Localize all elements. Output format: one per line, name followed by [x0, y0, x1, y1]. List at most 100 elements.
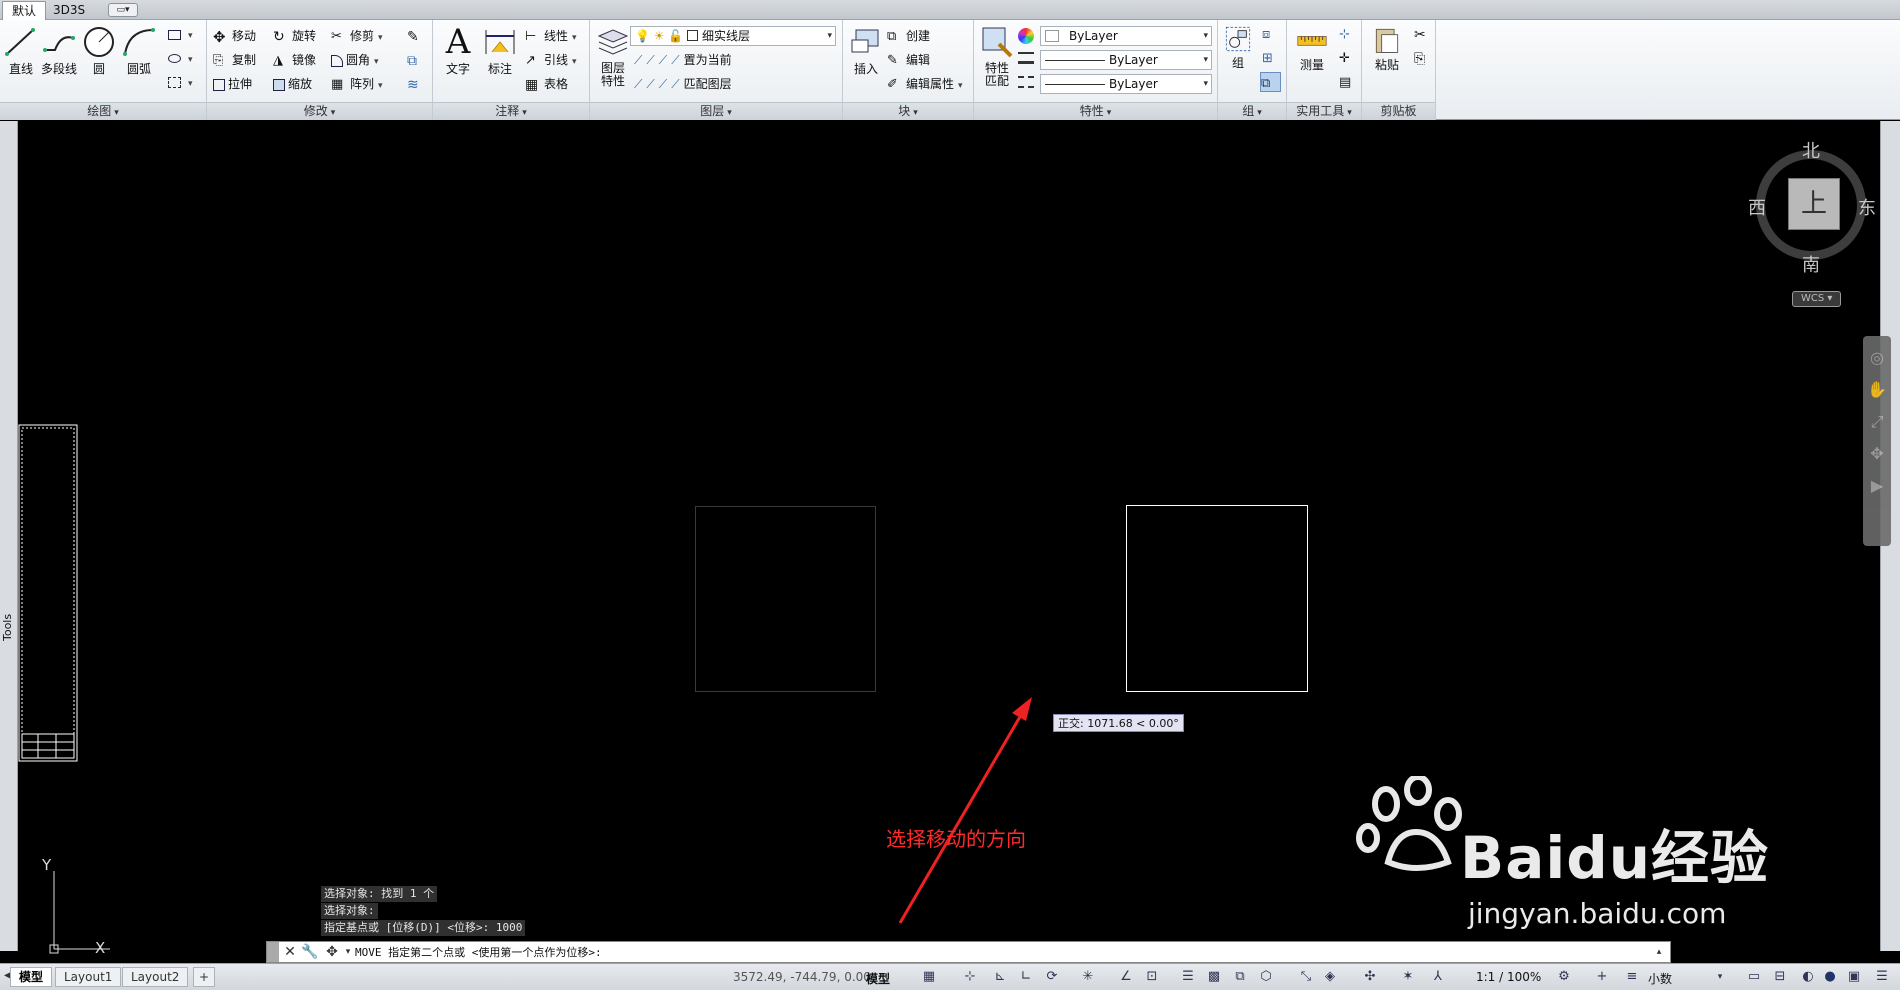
trim-button[interactable]: ✂ 修剪 ▾: [331, 26, 383, 46]
cursor-coordinates[interactable]: 3572.49, -744.79, 0.00: [733, 970, 871, 984]
tab-layout1[interactable]: Layout1: [55, 967, 122, 987]
tool-palette-strip[interactable]: Tools: [0, 121, 18, 951]
color-combo[interactable]: ByLayer ▾: [1040, 26, 1212, 46]
stretch-button[interactable]: 拉伸: [213, 74, 252, 94]
arc-button[interactable]: 圆弧: [118, 24, 160, 100]
paste-button[interactable]: 粘贴: [1366, 24, 1408, 100]
point-button[interactable]: ✛: [1339, 48, 1358, 68]
linetype-combo[interactable]: ByLayer ▾: [1040, 74, 1212, 94]
rectangle-button[interactable]: ▾: [168, 24, 193, 44]
model-space-button[interactable]: 模型: [866, 970, 890, 987]
panel-modify-title[interactable]: 修改 ▾: [207, 102, 432, 120]
move-button[interactable]: ✥ 移动: [213, 26, 256, 46]
orbit-icon[interactable]: ✥: [1867, 444, 1887, 464]
ungroup-button[interactable]: ⧈: [1262, 24, 1281, 44]
showmotion-icon[interactable]: ▶: [1867, 476, 1887, 496]
viewcube-east[interactable]: 东: [1858, 194, 1876, 220]
panel-properties-title[interactable]: 特性 ▾: [974, 102, 1217, 120]
globe-icon[interactable]: ●: [1822, 969, 1838, 985]
customize-icon[interactable]: ≡: [1624, 969, 1640, 985]
fullscreen-icon[interactable]: ▣: [1846, 969, 1862, 985]
annotation-scale-icon[interactable]: ⅄: [1430, 969, 1446, 985]
isodraft-icon[interactable]: ✳: [1080, 969, 1096, 985]
isolate-objects-icon[interactable]: ⊟: [1772, 969, 1788, 985]
quick-select-button[interactable]: ⊹: [1339, 24, 1358, 44]
group-button[interactable]: 组: [1220, 24, 1256, 100]
3d-osnap-icon[interactable]: ⬡: [1258, 969, 1274, 985]
panel-groups-title[interactable]: 组 ▾: [1218, 102, 1286, 120]
plus-icon[interactable]: +: [1594, 969, 1610, 985]
array-button[interactable]: ▦ 阵列 ▾: [331, 74, 383, 94]
drawing-canvas[interactable]: 正交: 1071.68 < 0.00° 选择移动的方向 Y X 上 北 南 西 …: [18, 121, 1891, 957]
measure-button[interactable]: 测量: [1289, 24, 1335, 100]
annotation-visibility-icon[interactable]: ✶: [1400, 969, 1416, 985]
chevron-up-icon[interactable]: ▴: [1650, 943, 1668, 961]
add-layout-button[interactable]: +: [193, 967, 216, 987]
steering-wheel-icon[interactable]: ◎: [1867, 348, 1887, 368]
layer-combo[interactable]: 💡 ☀ 🔓 细实线层 ▾: [630, 26, 836, 46]
layer-properties-button[interactable]: 图层 特性: [592, 24, 634, 100]
region-button[interactable]: ▾: [168, 72, 193, 92]
selection-filter-icon[interactable]: ◈: [1322, 969, 1338, 985]
polyline-button[interactable]: 多段线: [38, 24, 80, 100]
osnap-icon[interactable]: ⊡: [1144, 969, 1160, 985]
polar-icon[interactable]: ⟳: [1044, 969, 1060, 985]
cut-button[interactable]: ✂: [1414, 24, 1433, 44]
copy-button[interactable]: ⎘ 复制: [213, 50, 256, 70]
viewcube-top-face[interactable]: 上: [1788, 178, 1840, 230]
object-track-icon[interactable]: ∠: [1118, 969, 1134, 985]
viewcube-north[interactable]: 北: [1802, 137, 1820, 163]
layer-tools-row2[interactable]: ⟋⟋⟋⟋匹配图层: [634, 74, 732, 94]
more-options-icon[interactable]: ☰: [1874, 969, 1890, 985]
panel-clipboard-title[interactable]: 剪贴板: [1362, 102, 1435, 120]
infer-icon[interactable]: ⊾: [992, 969, 1008, 985]
circle-button[interactable]: 圆: [78, 24, 120, 100]
moved-rectangle[interactable]: [1126, 505, 1308, 692]
panel-utilities-title[interactable]: 实用工具 ▾: [1287, 102, 1361, 120]
transparency-icon[interactable]: ▩: [1206, 969, 1222, 985]
lineweight-toggle-icon[interactable]: ☰: [1180, 969, 1196, 985]
hardware-acceleration-icon[interactable]: ▭: [1746, 969, 1762, 985]
viewcube-west[interactable]: 西: [1748, 194, 1766, 220]
tab-layout2[interactable]: Layout2: [122, 967, 189, 987]
create-block-button[interactable]: ⧉ 创建: [887, 26, 930, 46]
panel-draw-title[interactable]: 绘图 ▾: [0, 102, 206, 120]
viewcube-south[interactable]: 南: [1802, 251, 1820, 277]
edit-attributes-button[interactable]: ✐ 编辑属性 ▾: [887, 74, 963, 94]
match-properties-button[interactable]: 特性 匹配: [976, 24, 1018, 100]
calculator-button[interactable]: ▤: [1339, 72, 1358, 92]
command-line-grip[interactable]: [267, 942, 279, 962]
dimension-button[interactable]: 标注: [479, 24, 521, 100]
ortho-icon[interactable]: ∟: [1018, 969, 1034, 985]
wcs-menu[interactable]: WCS ▾: [1792, 291, 1842, 307]
wrench-icon[interactable]: 🔧: [301, 943, 319, 961]
panel-block-title[interactable]: 块 ▾: [843, 102, 973, 120]
gizmo-icon[interactable]: ✣: [1362, 969, 1378, 985]
scale-button[interactable]: 缩放: [273, 74, 312, 94]
pan-hand-icon[interactable]: ✋: [1867, 380, 1887, 400]
text-button[interactable]: A 文字: [437, 24, 479, 100]
erase-button[interactable]: ✎: [407, 26, 426, 46]
zoom-extents-icon[interactable]: ⤢: [1867, 412, 1887, 432]
close-icon[interactable]: ✕: [281, 943, 299, 961]
linear-dim-button[interactable]: ⊢ 线性 ▾: [525, 26, 577, 46]
selection-cycle-icon[interactable]: ⧉: [1232, 969, 1248, 985]
group-edit-button[interactable]: ⊞: [1262, 48, 1281, 68]
explode-button[interactable]: ⧉: [407, 50, 426, 70]
dynamic-ucs-icon[interactable]: ⤡: [1298, 969, 1314, 985]
tab-options-dropdown[interactable]: ▭▾: [108, 3, 138, 17]
edit-block-button[interactable]: ✎ 编辑: [887, 50, 930, 70]
panel-layers-title[interactable]: 图层 ▾: [590, 102, 842, 120]
grid-icon[interactable]: ▦: [921, 969, 937, 985]
mirror-button[interactable]: ◮ 镜像: [273, 50, 316, 70]
hatch-button[interactable]: ▾: [168, 48, 193, 68]
layer-tools-row1[interactable]: ⟋⟋⟋⟋置为当前: [634, 50, 732, 70]
rotate-button[interactable]: ↻ 旋转: [273, 26, 316, 46]
units-display[interactable]: 小数: [1648, 970, 1672, 987]
table-button[interactable]: ▦ 表格: [525, 74, 568, 94]
command-line[interactable]: ✕ 🔧 ✥ ▾ MOVE 指定第二个点或 <使用第一个点作为位移>: ▴: [266, 941, 1671, 963]
annotation-scale[interactable]: 1:1 / 100%: [1476, 970, 1541, 984]
fillet-button[interactable]: 圆角 ▾: [331, 50, 379, 70]
snap-icon[interactable]: ⊹: [962, 969, 978, 985]
clean-screen-icon[interactable]: ◐: [1800, 969, 1816, 985]
